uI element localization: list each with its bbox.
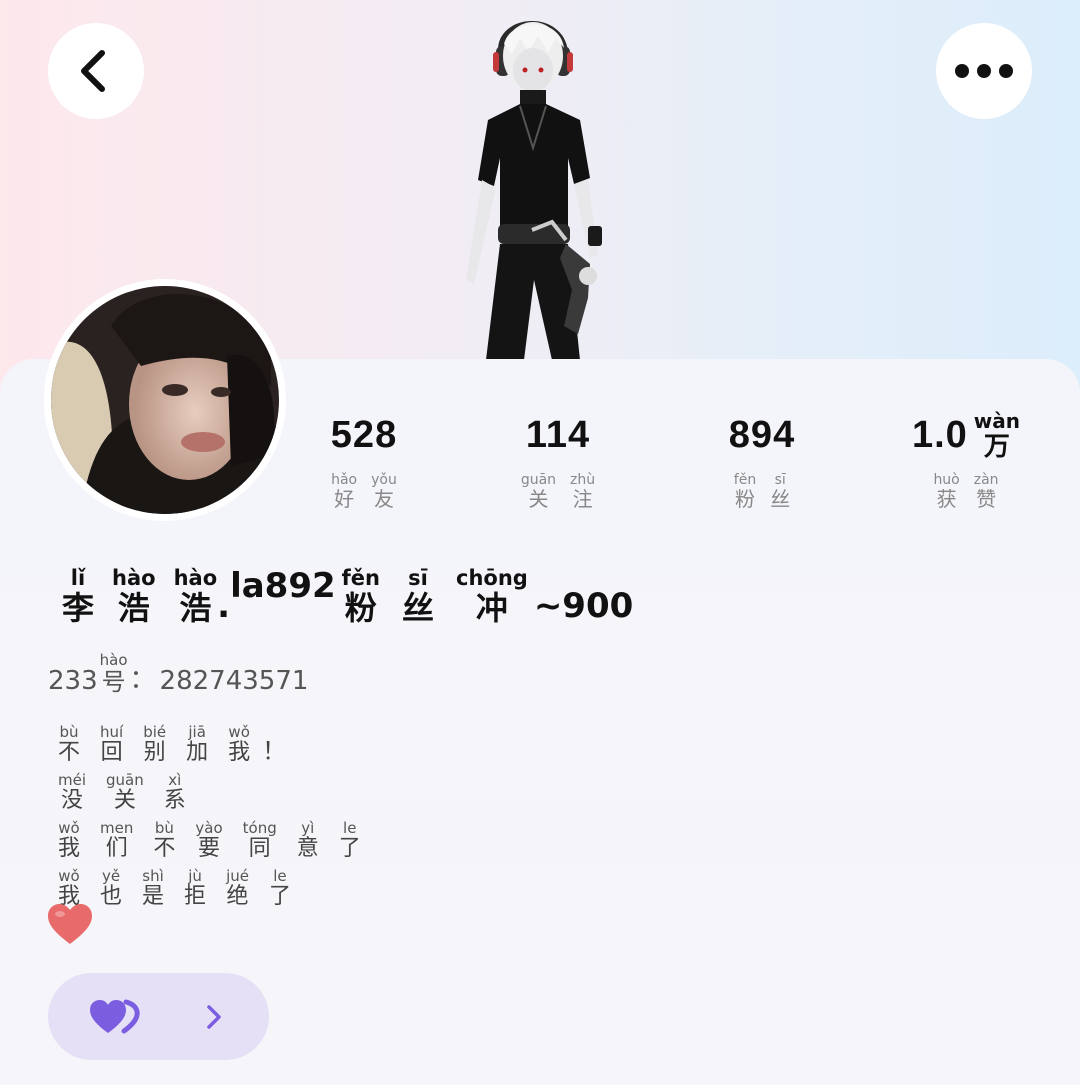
avatar-3d-character[interactable] (440, 8, 620, 360)
stat-likes-label: huò 获 zàn 赞 (933, 472, 999, 511)
stat-friends-count: 528 (330, 414, 398, 456)
profile-avatar-image (51, 286, 279, 514)
stat-friends-label: hǎo 好 yǒu 友 (331, 472, 397, 511)
profile-name: lǐ 李 hào 浩 hào 浩 . la892 fěn 粉 sī 丝 chōng 冲 ~9… (62, 566, 634, 627)
chevron-right-icon (207, 1004, 221, 1029)
profile-id-prefix: 233 (48, 666, 98, 696)
bio-line: wǒ 我 men 们 bù 不 yào 要 tóng 同 yì 意 le 了 (58, 819, 361, 861)
hearts-icon (90, 999, 140, 1033)
more-button[interactable] (936, 23, 1032, 119)
more-horizontal-icon (955, 64, 1013, 78)
profile-avatar[interactable] (44, 279, 286, 521)
stat-likes-unit: wàn 万 (973, 409, 1021, 462)
stat-following-label: guān 关 zhù 注 (520, 472, 596, 511)
stat-likes-count: 1.0 (911, 414, 968, 456)
chevron-left-icon (81, 50, 105, 92)
red-heart-icon (48, 904, 92, 944)
bio-line: bù 不 huí 回 bié 别 jiā 加 wǒ 我 ！ (58, 723, 287, 765)
stat-fans[interactable]: 894 fěn 粉 sī 丝 (682, 408, 842, 510)
stat-following[interactable]: 114 guān 关 zhù 注 (478, 408, 638, 510)
profile-id[interactable]: 233 hào 号 ： 282743571 (48, 652, 308, 696)
stat-fans-count: 894 (728, 414, 796, 456)
bio-line: méi 没 guān 关 xì 系 (58, 771, 186, 813)
stat-following-count: 114 (525, 414, 591, 456)
stat-fans-label: fěn 粉 sī 丝 (733, 472, 791, 511)
profile-bio: bù 不 huí 回 bié 别 jiā 加 wǒ 我 ！ méi 没 guān 关 xì 系 … (58, 718, 361, 910)
back-button[interactable] (48, 23, 144, 119)
stat-likes[interactable]: 1.0 wàn 万 huò 获 zàn 赞 (886, 400, 1046, 510)
stat-friends[interactable]: 528 hǎo 好 yǒu 友 (284, 408, 444, 510)
relationship-button[interactable] (48, 973, 269, 1060)
profile-id-value: 282743571 (159, 666, 309, 696)
bio-line: wǒ 我 yě 也 shì 是 jù 拒 jué 绝 le 了 (58, 867, 291, 909)
